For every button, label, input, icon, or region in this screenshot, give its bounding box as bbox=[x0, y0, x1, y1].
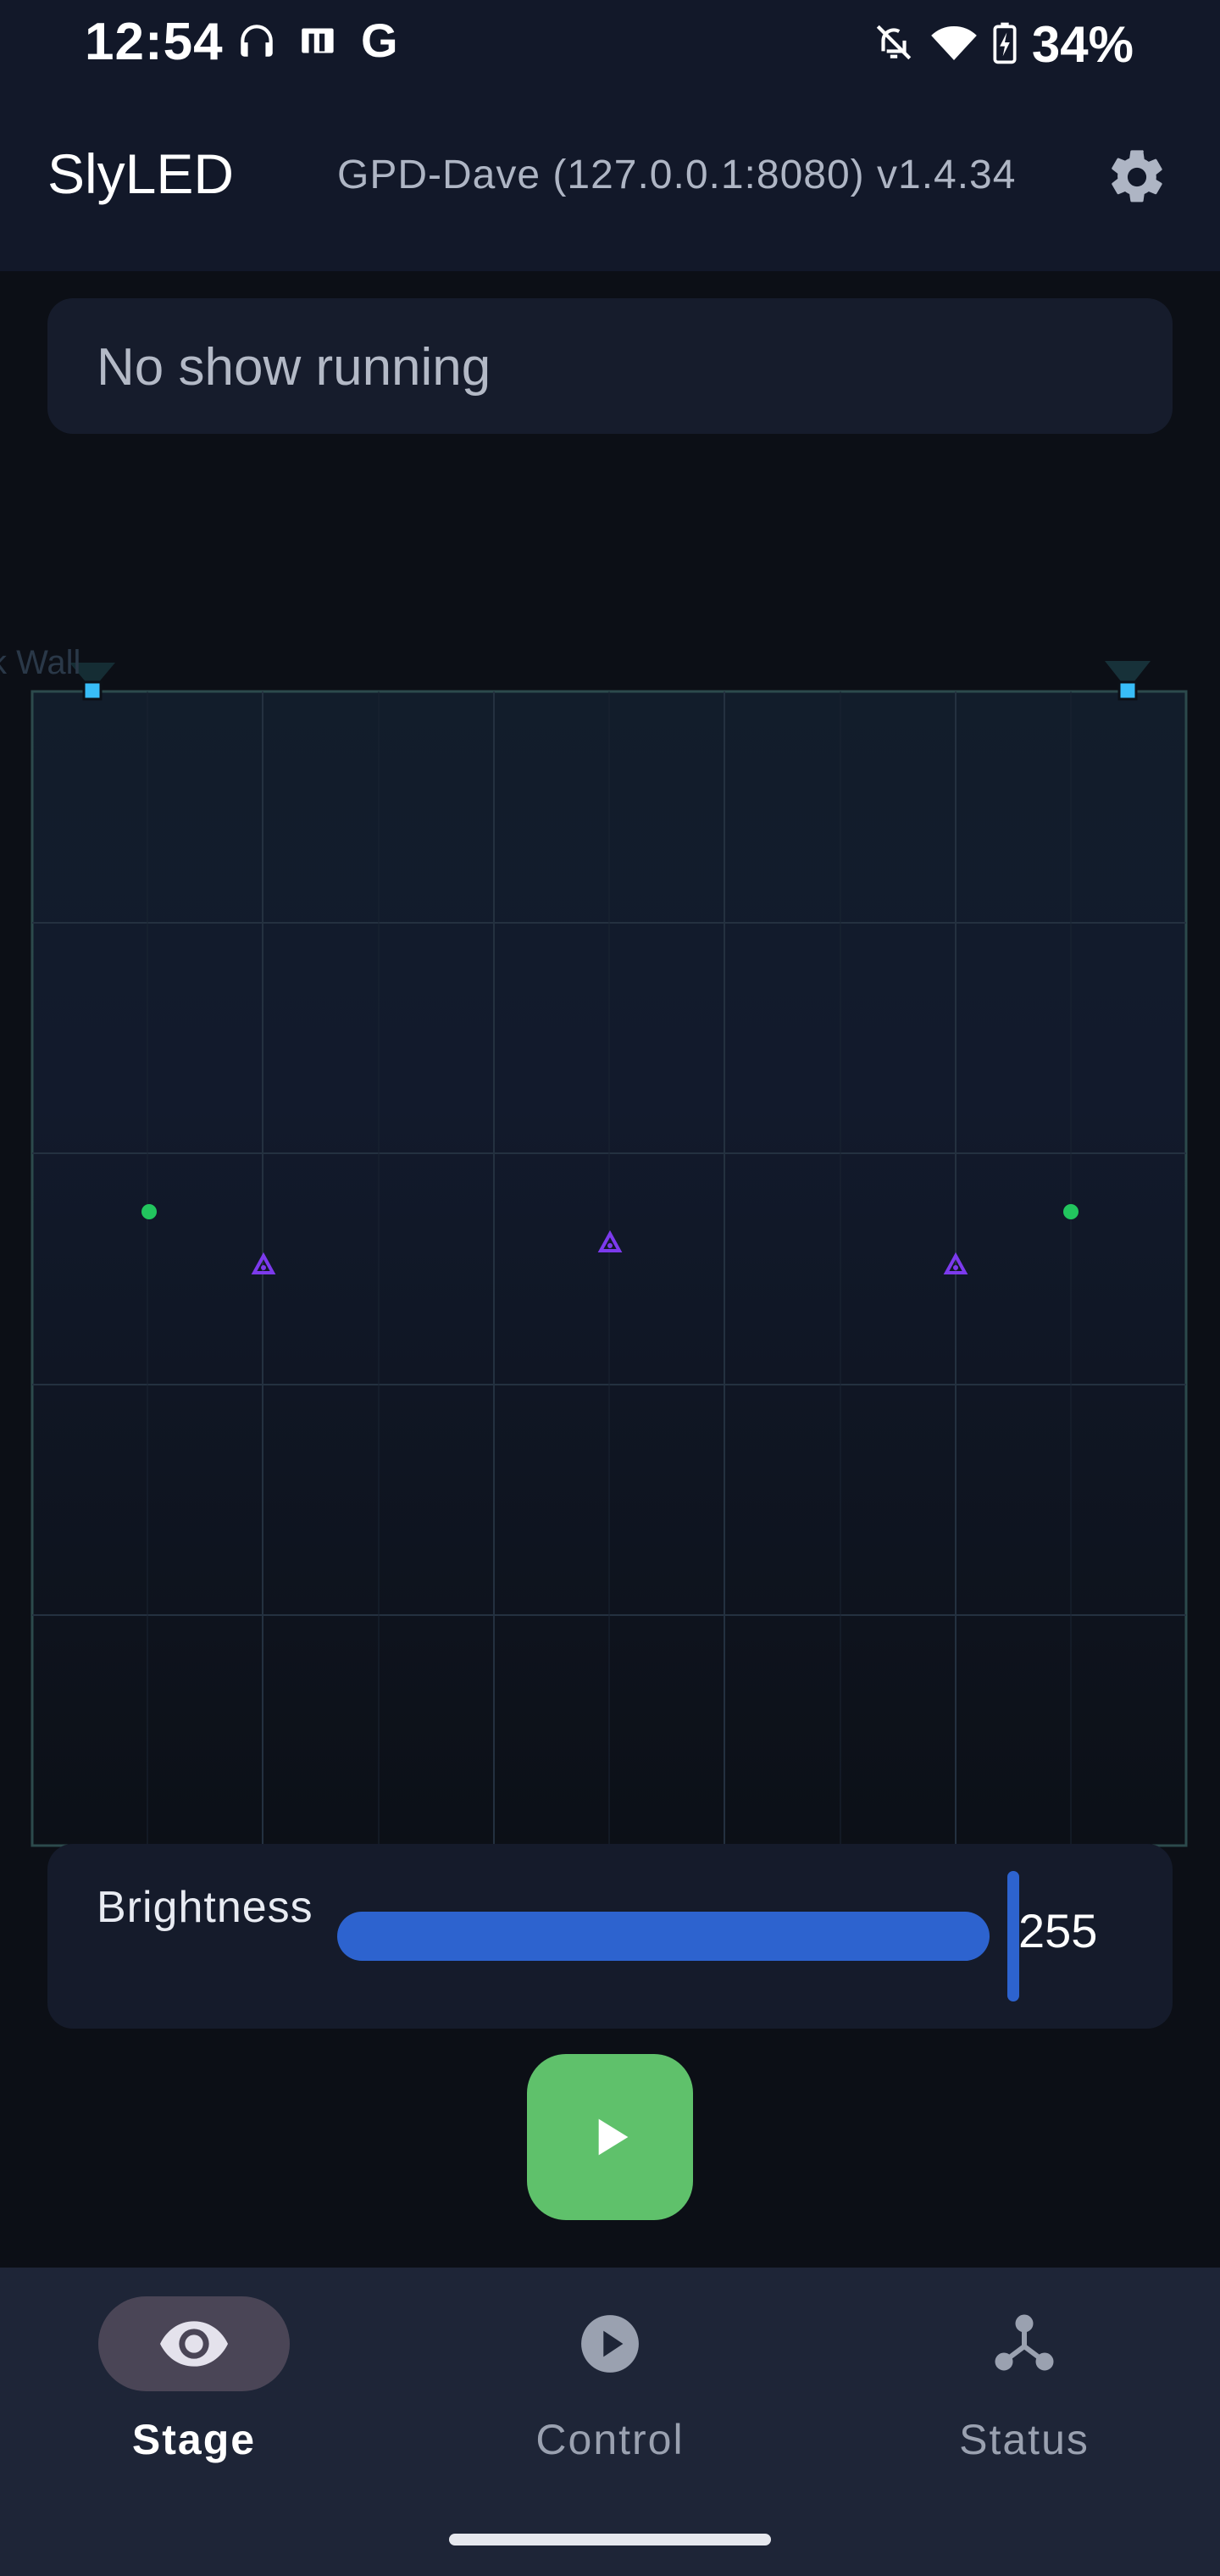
google-icon: G bbox=[361, 14, 398, 67]
nav-item-control[interactable]: Control bbox=[480, 2296, 735, 2483]
notifications-off-icon bbox=[873, 21, 915, 68]
nav-label-control: Control bbox=[535, 2416, 685, 2463]
nav-label-status: Status bbox=[959, 2416, 1090, 2463]
headphones-icon bbox=[236, 19, 278, 62]
bottom-navigation: Stage Control Status bbox=[0, 2268, 1220, 2576]
nav-indicator bbox=[98, 2296, 290, 2391]
show-status-text: No show running bbox=[97, 338, 491, 397]
nav-item-stage[interactable]: Stage bbox=[64, 2296, 319, 2483]
battery-percent: 34% bbox=[1031, 16, 1134, 73]
clock: 12:54 bbox=[85, 13, 224, 71]
app-bar: SlyLED GPD-Dave (127.0.0.1:8080) v1.4.34 bbox=[0, 89, 1220, 271]
brightness-value: 255 bbox=[1018, 1904, 1098, 1957]
stage-view[interactable]: ck Wall bbox=[0, 644, 1220, 1847]
play-circle-icon bbox=[581, 2315, 639, 2373]
brightness-slider-track[interactable] bbox=[337, 1912, 990, 1961]
moving-head-left-center bbox=[261, 1265, 266, 1270]
stage-canvas[interactable] bbox=[0, 644, 1220, 1847]
stage-surface-label: ck Wall bbox=[0, 644, 81, 681]
system-status-bar: 12:54 G 34% bbox=[0, 0, 1220, 89]
camera-marker-left[interactable] bbox=[82, 680, 103, 701]
moving-head-center-center bbox=[607, 1243, 613, 1248]
nav-indicator bbox=[514, 2296, 706, 2391]
gear-icon bbox=[1112, 150, 1162, 203]
server-connection-info: GPD-Dave (127.0.0.1:8080) v1.4.34 bbox=[337, 153, 1017, 197]
cast-icon bbox=[297, 19, 342, 62]
status-icons-left: G bbox=[236, 17, 398, 64]
play-icon bbox=[598, 2118, 629, 2156]
nav-label-stage: Stage bbox=[131, 2416, 257, 2463]
hub-icon bbox=[995, 2314, 1054, 2371]
brightness-label: Brightness bbox=[97, 1883, 313, 1932]
home-indicator[interactable] bbox=[449, 2534, 771, 2545]
nav-indicator bbox=[929, 2296, 1120, 2391]
brightness-card: Brightness 255 bbox=[47, 1844, 1173, 2029]
led-fixture-right[interactable] bbox=[1063, 1204, 1079, 1219]
eye-icon bbox=[160, 2321, 228, 2367]
settings-button[interactable] bbox=[1103, 143, 1171, 211]
wifi-icon bbox=[930, 21, 978, 68]
led-fixture-left[interactable] bbox=[141, 1204, 157, 1219]
moving-head-right-center bbox=[953, 1265, 958, 1270]
brightness-slider-thumb[interactable] bbox=[1007, 1871, 1019, 2001]
app-title: SlyLED bbox=[47, 142, 235, 205]
play-button[interactable] bbox=[527, 2054, 693, 2220]
nav-item-status[interactable]: Status bbox=[895, 2296, 1149, 2483]
show-status-card: No show running bbox=[47, 298, 1173, 434]
battery-charging-icon bbox=[993, 19, 1017, 69]
status-icons-right: 34% bbox=[873, 15, 1134, 74]
camera-marker-right[interactable] bbox=[1117, 680, 1138, 701]
